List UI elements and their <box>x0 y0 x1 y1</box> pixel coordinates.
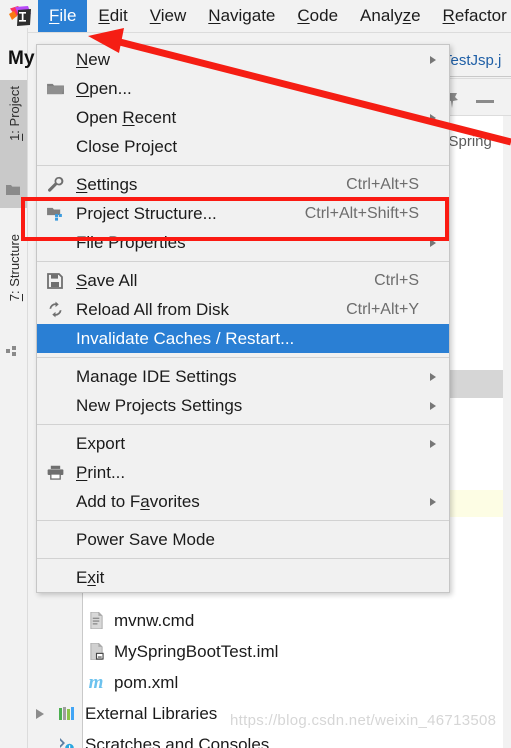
menu-item-close-project[interactable]: Close Project <box>37 132 449 161</box>
chevron-right-icon <box>430 372 436 381</box>
page-title: My <box>8 48 35 69</box>
menu-file[interactable]: File <box>38 0 88 32</box>
left-tool-strip: 1: Project 7: Structure <box>0 28 28 748</box>
menu-item-label: Power Save Mode <box>76 529 215 549</box>
chevron-right-icon <box>430 113 436 122</box>
menu-separator <box>37 357 449 358</box>
tree-item-label: mvnw.cmd <box>114 610 195 630</box>
wrench-icon <box>45 175 65 195</box>
project-folder-icon <box>6 183 20 197</box>
menu-item-reload-all-from-disk[interactable]: Reload All from Disk Ctrl+Alt+Y <box>37 295 449 324</box>
menu-item-label: Invalidate Caches / Restart... <box>76 328 295 348</box>
editor-tab-testjsp[interactable]: TestJsp.j <box>443 52 501 69</box>
menu-item-open-recent[interactable]: Open Recent <box>37 103 449 132</box>
chevron-right-icon <box>430 238 436 247</box>
menu-item-label: New <box>76 49 111 69</box>
tree-item-label: Scratches and Consoles <box>85 734 270 748</box>
menu-item-label: Reload All from Disk <box>76 299 230 319</box>
chevron-right-icon <box>430 439 436 448</box>
menu-item-accel: Ctrl+Alt+Shift+S <box>304 204 419 222</box>
menu-item-new-projects-settings[interactable]: New Projects Settings <box>37 391 449 420</box>
tree-item-mvnw-cmd[interactable]: mvnw.cmd <box>30 605 500 636</box>
file-dropdown-menu: New Open... Open Recent Close Project Se… <box>36 44 450 593</box>
menu-item-accel: Ctrl+Alt+S <box>346 175 419 193</box>
chevron-right-icon <box>430 401 436 410</box>
menu-separator <box>37 520 449 521</box>
right-gutter <box>503 28 511 748</box>
menu-navigate[interactable]: Navigate <box>197 0 286 32</box>
menu-item-label: Project Structure... <box>76 203 217 223</box>
menu-item-label: Exit <box>76 567 105 587</box>
menu-item-label: Print... <box>76 462 126 482</box>
tree-item-scratches-and-consoles[interactable]: Scratches and Consoles <box>30 729 500 748</box>
menu-item-label: Settings <box>76 174 138 194</box>
menu-edit[interactable]: Edit <box>87 0 138 32</box>
watermark-text: https://blog.csdn.net/weixin_46713508 <box>230 712 497 729</box>
menu-item-file-properties[interactable]: File Properties <box>37 228 449 257</box>
tree-item-label: External Libraries <box>85 703 218 723</box>
menu-view[interactable]: View <box>139 0 198 32</box>
tree-item-pom-xml[interactable]: m pom.xml <box>30 667 500 698</box>
scratches-icon <box>57 735 77 748</box>
menu-item-label: File Properties <box>76 232 186 252</box>
menu-item-power-save-mode[interactable]: Power Save Mode <box>37 525 449 554</box>
menu-item-label: Add to Favorites <box>76 491 200 511</box>
floppy-disk-icon <box>45 271 65 291</box>
refresh-icon <box>45 300 65 320</box>
tree-item-myspringboottest-iml[interactable]: MySpringBootTest.iml <box>30 636 500 667</box>
menu-item-project-structure[interactable]: Project Structure... Ctrl+Alt+Shift+S <box>37 199 449 228</box>
iml-file-icon <box>86 642 106 662</box>
menu-item-label: Save All <box>76 270 138 290</box>
tree-item-label: MySpringBootTest.iml <box>114 641 279 661</box>
chevron-right-icon <box>430 497 436 506</box>
menu-item-label: Open Recent <box>76 107 177 127</box>
menu-separator <box>37 558 449 559</box>
main-menu-bar: File Edit View Navigate Code Analyze Ref… <box>0 0 511 33</box>
menu-item-label: Open... <box>76 78 132 98</box>
menu-item-exit[interactable]: Exit <box>37 563 449 592</box>
menu-separator <box>37 424 449 425</box>
libraries-icon <box>57 704 77 724</box>
menu-item-invalidate-caches-restart[interactable]: Invalidate Caches / Restart... <box>37 324 449 353</box>
open-folder-icon <box>45 79 65 99</box>
menu-item-label: Close Project <box>76 136 178 156</box>
chevron-right-icon[interactable] <box>36 708 44 719</box>
intellij-idea-logo-icon <box>8 5 32 29</box>
minimize-icon[interactable] <box>476 100 494 103</box>
printer-icon <box>45 463 65 483</box>
chevron-right-icon <box>430 55 436 64</box>
text-file-icon <box>86 611 106 631</box>
menu-analyze[interactable]: Analyze <box>349 0 432 32</box>
menu-item-save-all[interactable]: Save All Ctrl+S <box>37 266 449 295</box>
menu-item-new[interactable]: New <box>37 45 449 74</box>
app-window: File Edit View Navigate Code Analyze Ref… <box>0 0 511 748</box>
menu-item-settings[interactable]: Settings Ctrl+Alt+S <box>37 170 449 199</box>
menu-item-accel: Ctrl+S <box>374 271 419 289</box>
menu-separator <box>37 261 449 262</box>
maven-m-icon: m <box>88 671 104 693</box>
menu-item-manage-ide-settings[interactable]: Manage IDE Settings <box>37 362 449 391</box>
menu-item-accel: Ctrl+Alt+Y <box>346 300 419 318</box>
menu-refactor[interactable]: Refactor <box>432 0 511 32</box>
structure-icon <box>6 346 20 360</box>
menu-item-label: Export <box>76 433 126 453</box>
tree-item-label: pom.xml <box>114 672 179 692</box>
project-structure-icon <box>45 204 65 224</box>
menu-item-print[interactable]: Print... <box>37 458 449 487</box>
menu-item-label: Manage IDE Settings <box>76 366 237 386</box>
menu-bar-items: File Edit View Navigate Code Analyze Ref… <box>38 0 511 32</box>
menu-code[interactable]: Code <box>286 0 349 32</box>
menu-separator <box>37 165 449 166</box>
menu-item-export[interactable]: Export <box>37 429 449 458</box>
menu-item-label: New Projects Settings <box>76 395 243 415</box>
menu-item-add-to-favorites[interactable]: Add to Favorites <box>37 487 449 516</box>
menu-item-open[interactable]: Open... <box>37 74 449 103</box>
